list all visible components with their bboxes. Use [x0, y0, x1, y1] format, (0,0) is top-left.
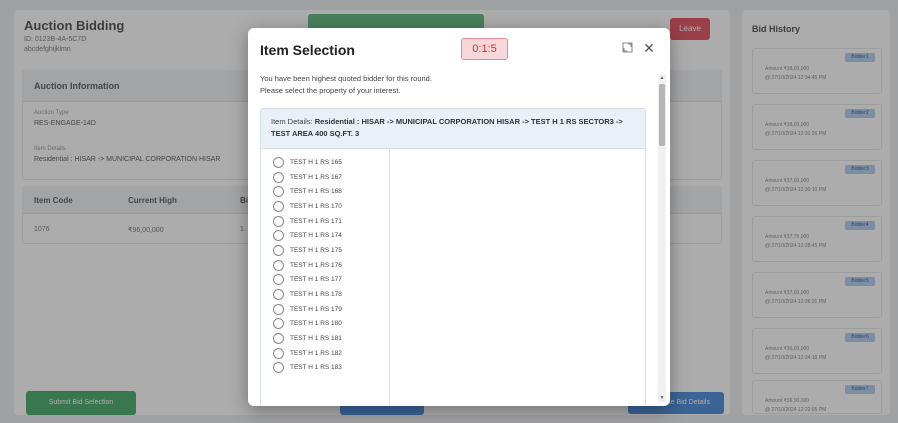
radio-button[interactable]: [273, 274, 284, 286]
radio-button[interactable]: [273, 362, 284, 374]
highest-bidder-message: You have been highest quoted bidder for …: [260, 74, 432, 83]
property-option[interactable]: TEST H 1 RS 165: [273, 155, 387, 170]
property-option-label: TEST H 1 RS 167: [290, 173, 342, 181]
property-option[interactable]: TEST H 1 RS 183: [273, 361, 387, 376]
property-option-label: TEST H 1 RS 177: [290, 276, 342, 284]
property-option[interactable]: TEST H 1 RS 181: [273, 331, 387, 346]
property-option-label: TEST H 1 RS 171: [290, 217, 342, 225]
property-option[interactable]: TEST H 1 RS 177: [273, 273, 387, 288]
select-property-message: Please select the property of your inter…: [260, 86, 401, 95]
modal-scrollbar[interactable]: ▲ ▼: [658, 74, 666, 402]
property-option-label: TEST H 1 RS 168: [290, 188, 342, 196]
property-option-label: TEST H 1 RS 176: [290, 261, 342, 269]
radio-button[interactable]: [273, 347, 284, 359]
radio-button[interactable]: [273, 303, 284, 315]
property-option[interactable]: TEST H 1 RS 175: [273, 243, 387, 258]
item-details-header: Item Details: Residential : HISAR -> MUN…: [261, 109, 645, 149]
item-details-prefix: Item Details:: [271, 117, 315, 126]
radio-button[interactable]: [273, 215, 284, 227]
property-option-label: TEST H 1 RS 179: [290, 305, 342, 313]
property-option[interactable]: TEST H 1 RS 179: [273, 302, 387, 317]
property-options-list: TEST H 1 RS 165 TEST H 1 RS 167 TEST H 1…: [273, 155, 387, 375]
item-selection-panel: Item Details: Residential : HISAR -> MUN…: [260, 108, 646, 406]
column-divider: [389, 149, 390, 406]
property-option-label: TEST H 1 RS 175: [290, 246, 342, 254]
property-option[interactable]: TEST H 1 RS 168: [273, 184, 387, 199]
property-option[interactable]: TEST H 1 RS 180: [273, 317, 387, 332]
property-option-label: TEST H 1 RS 182: [290, 349, 342, 357]
property-option-label: TEST H 1 RS 165: [290, 158, 342, 166]
item-details-path: Residential : HISAR -> MUNICIPAL CORPORA…: [271, 117, 623, 138]
modal-title: Item Selection: [260, 42, 355, 58]
property-option[interactable]: TEST H 1 RS 174: [273, 228, 387, 243]
radio-button[interactable]: [273, 186, 284, 198]
scroll-thumb[interactable]: [659, 84, 665, 146]
radio-button[interactable]: [273, 171, 284, 183]
radio-button[interactable]: [273, 318, 284, 330]
property-option[interactable]: TEST H 1 RS 170: [273, 199, 387, 214]
close-icon[interactable]: ✕: [642, 41, 656, 55]
property-option-label: TEST H 1 RS 181: [290, 335, 342, 343]
property-option-label: TEST H 1 RS 183: [290, 364, 342, 372]
property-option[interactable]: TEST H 1 RS 176: [273, 258, 387, 273]
property-option-label: TEST H 1 RS 180: [290, 320, 342, 328]
property-option[interactable]: TEST H 1 RS 167: [273, 170, 387, 185]
property-option-label: TEST H 1 RS 174: [290, 232, 342, 240]
radio-button[interactable]: [273, 289, 284, 301]
countdown-timer: 0:1:5: [461, 38, 508, 60]
property-option-label: TEST H 1 RS 170: [290, 202, 342, 210]
property-option[interactable]: TEST H 1 RS 178: [273, 287, 387, 302]
radio-button[interactable]: [273, 200, 284, 212]
radio-button[interactable]: [273, 333, 284, 345]
radio-button[interactable]: [273, 230, 284, 242]
property-option[interactable]: TEST H 1 RS 171: [273, 214, 387, 229]
radio-button[interactable]: [273, 244, 284, 256]
radio-button[interactable]: [273, 156, 284, 168]
expand-icon-glyph: [622, 42, 632, 53]
property-option-label: TEST H 1 RS 178: [290, 291, 342, 299]
item-selection-modal: Item Selection 0:1:5 ✕ You have been hig…: [248, 28, 670, 406]
scroll-up-arrow-icon[interactable]: ▲: [658, 74, 666, 82]
expand-icon[interactable]: [620, 42, 634, 56]
property-option[interactable]: TEST H 1 RS 182: [273, 346, 387, 361]
radio-button[interactable]: [273, 259, 284, 271]
scroll-down-arrow-icon[interactable]: ▼: [658, 394, 666, 402]
